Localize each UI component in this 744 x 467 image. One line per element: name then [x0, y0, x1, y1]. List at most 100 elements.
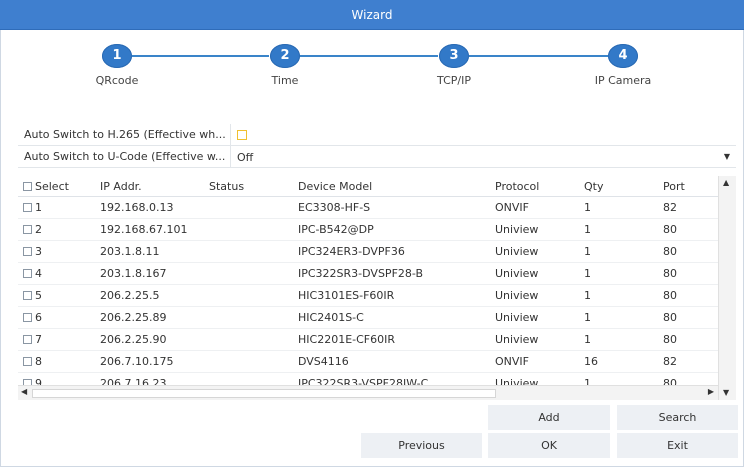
chevron-down-icon[interactable]: ▼ [724, 152, 730, 161]
cell-qty: 1 [584, 333, 591, 346]
exit-button[interactable]: Exit [617, 433, 738, 458]
cell-port: 80 [663, 377, 677, 385]
table-row[interactable]: 4 203.1.8.167 IPC322SR3-DVSPF28-B Univie… [18, 263, 718, 285]
step-2-label: Time [271, 74, 299, 87]
scroll-left-icon[interactable]: ◀ [21, 387, 27, 396]
row-checkbox[interactable] [23, 357, 32, 366]
table-row[interactable]: 1 192.168.0.13 EC3308-HF-S ONVIF 1 82 [18, 197, 718, 219]
scroll-thumb[interactable] [32, 389, 496, 398]
header-status[interactable]: Status [209, 180, 244, 193]
row-index: 4 [35, 267, 42, 280]
cell-ip: 203.1.8.11 [100, 245, 160, 258]
step-4-badge: 4 [608, 44, 638, 68]
row-checkbox[interactable] [23, 335, 32, 344]
h265-option-label: Auto Switch to H.265 (Effective wh... [24, 128, 226, 141]
row-checkbox[interactable] [23, 291, 32, 300]
vertical-scrollbar[interactable]: ▲ ▼ [718, 176, 736, 400]
cell-protocol: ONVIF [495, 355, 529, 368]
cell-ip: 206.2.25.5 [100, 289, 160, 302]
header-qty[interactable]: Qty [584, 180, 603, 193]
cell-protocol: Uniview [495, 289, 539, 302]
cell-protocol: Uniview [495, 267, 539, 280]
h265-checkbox[interactable] [237, 130, 247, 140]
divider [230, 146, 231, 168]
step-2-badge: 2 [270, 44, 300, 68]
cell-port: 80 [663, 311, 677, 324]
table-header: Select IP Addr. Status Device Model Prot… [18, 176, 718, 197]
step-1-label: QRcode [95, 74, 139, 87]
cell-ip: 206.7.10.175 [100, 355, 174, 368]
row-index: 5 [35, 289, 42, 302]
cell-protocol: Uniview [495, 377, 539, 385]
row-index: 8 [35, 355, 42, 368]
step-3-label: TCP/IP [437, 74, 471, 87]
add-button[interactable]: Add [488, 405, 610, 430]
row-index: 9 [35, 377, 42, 385]
cell-ip: 192.168.67.101 [100, 223, 188, 236]
window-title: Wizard [0, 0, 744, 30]
scroll-down-icon[interactable]: ▼ [723, 388, 729, 397]
divider [230, 124, 231, 146]
table-row[interactable]: 6 206.2.25.89 HIC2401S-C Uniview 1 80 [18, 307, 718, 329]
step-connector [300, 55, 438, 57]
cell-qty: 1 [584, 267, 591, 280]
cell-protocol: Uniview [495, 245, 539, 258]
cell-ip: 206.2.25.90 [100, 333, 167, 346]
cell-protocol: Uniview [495, 333, 539, 346]
step-connector [469, 55, 608, 57]
table-row[interactable]: 7 206.2.25.90 HIC2201E-CF60IR Uniview 1 … [18, 329, 718, 351]
cell-port: 80 [663, 245, 677, 258]
cell-model: IPC324ER3-DVPF36 [298, 245, 405, 258]
cell-protocol: ONVIF [495, 201, 529, 214]
row-checkbox[interactable] [23, 313, 32, 322]
ucode-option-row: Auto Switch to U-Code (Effective w... Of… [18, 146, 736, 168]
table-row[interactable]: 9 206.7.16.23 IPC322SR3-VSPF28IW-C Univi… [18, 373, 718, 385]
cell-port: 80 [663, 267, 677, 280]
row-index: 3 [35, 245, 42, 258]
row-checkbox[interactable] [23, 247, 32, 256]
cell-protocol: Uniview [495, 223, 539, 236]
table-row[interactable]: 2 192.168.67.101 IPC-B542@DP Uniview 1 8… [18, 219, 718, 241]
header-model[interactable]: Device Model [298, 180, 372, 193]
table-row[interactable]: 8 206.7.10.175 DVS4116 ONVIF 16 82 [18, 351, 718, 373]
cell-qty: 1 [584, 245, 591, 258]
header-ip[interactable]: IP Addr. [100, 180, 142, 193]
step-3-badge: 3 [439, 44, 469, 68]
table-row[interactable]: 5 206.2.25.5 HIC3101ES-F60IR Uniview 1 8… [18, 285, 718, 307]
header-protocol[interactable]: Protocol [495, 180, 539, 193]
table-row[interactable]: 3 203.1.8.11 IPC324ER3-DVPF36 Uniview 1 … [18, 241, 718, 263]
cell-port: 82 [663, 355, 677, 368]
cell-model: EC3308-HF-S [298, 201, 371, 214]
cell-port: 80 [663, 289, 677, 302]
select-all-checkbox[interactable] [23, 182, 32, 191]
row-checkbox[interactable] [23, 269, 32, 278]
scroll-up-icon[interactable]: ▲ [723, 178, 729, 187]
cell-model: HIC2201E-CF60IR [298, 333, 396, 346]
header-select: Select [35, 180, 69, 193]
ok-button[interactable]: OK [488, 433, 610, 458]
scroll-right-icon[interactable]: ▶ [708, 387, 714, 396]
cell-ip: 192.168.0.13 [100, 201, 174, 214]
row-index: 6 [35, 311, 42, 324]
cell-qty: 1 [584, 201, 591, 214]
cell-ip: 206.7.16.23 [100, 377, 167, 385]
h265-option-row: Auto Switch to H.265 (Effective wh... [18, 124, 736, 146]
cell-qty: 1 [584, 377, 591, 385]
row-checkbox[interactable] [23, 225, 32, 234]
row-checkbox[interactable] [23, 203, 32, 212]
step-4-label: IP Camera [594, 74, 652, 87]
cell-model: IPC-B542@DP [298, 223, 374, 236]
cell-qty: 1 [584, 289, 591, 302]
ucode-select[interactable]: Off [237, 151, 253, 164]
previous-button[interactable]: Previous [361, 433, 482, 458]
search-button[interactable]: Search [617, 405, 738, 430]
cell-qty: 1 [584, 223, 591, 236]
cell-model: IPC322SR3-VSPF28IW-C [298, 377, 429, 385]
step-1-badge: 1 [102, 44, 132, 68]
cell-protocol: Uniview [495, 311, 539, 324]
horizontal-scrollbar[interactable]: ◀ ▶ [18, 385, 718, 400]
row-index: 2 [35, 223, 42, 236]
cell-qty: 16 [584, 355, 598, 368]
cell-ip: 203.1.8.167 [100, 267, 167, 280]
header-port[interactable]: Port [663, 180, 685, 193]
